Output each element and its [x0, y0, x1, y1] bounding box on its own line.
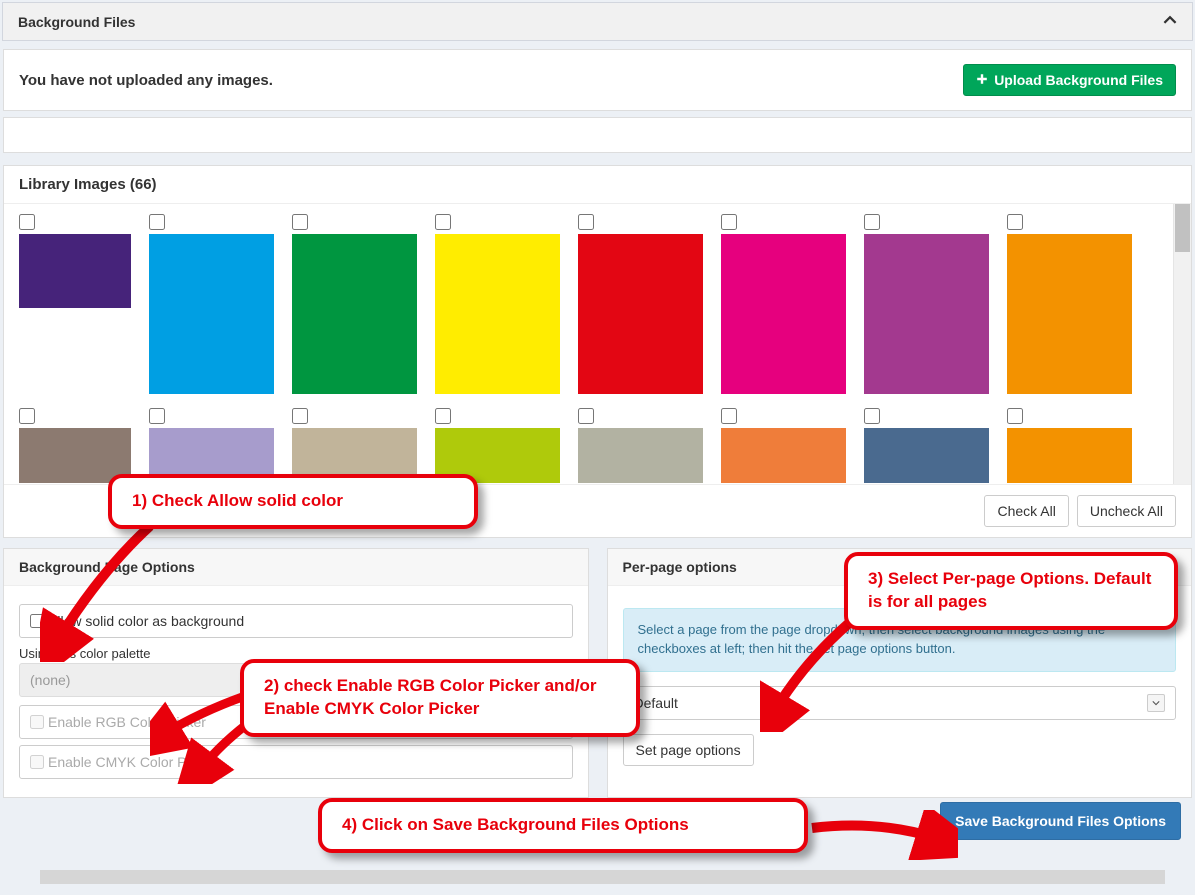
swatch-item: [292, 214, 417, 396]
scroll-thumb[interactable]: [1175, 204, 1190, 252]
color-swatch[interactable]: [19, 428, 131, 483]
library-title: Library Images (66): [4, 166, 1191, 204]
enable-cmyk-row[interactable]: Enable CMYK Color Picker: [19, 745, 573, 779]
swatch-checkbox[interactable]: [864, 214, 880, 230]
color-swatch[interactable]: [292, 234, 417, 394]
color-swatch[interactable]: [19, 234, 131, 308]
swatch-checkbox[interactable]: [149, 408, 165, 424]
color-swatch[interactable]: [578, 234, 703, 394]
swatch-item: [435, 408, 560, 485]
color-swatch[interactable]: [149, 234, 274, 394]
swatch-checkbox[interactable]: [435, 408, 451, 424]
swatch-item: [864, 214, 989, 396]
swatch-item: [721, 214, 846, 396]
uncheck-all-button[interactable]: Uncheck All: [1077, 495, 1176, 527]
swatch-checkbox[interactable]: [578, 408, 594, 424]
color-swatch[interactable]: [435, 234, 560, 394]
swatch-item: [578, 214, 703, 396]
swatch-checkbox[interactable]: [19, 214, 35, 230]
swatch-item: [149, 408, 274, 485]
vertical-scrollbar[interactable]: [1173, 204, 1191, 484]
swatch-checkbox[interactable]: [149, 214, 165, 230]
color-swatch[interactable]: [1007, 428, 1132, 483]
allow-solid-color-checkbox[interactable]: [30, 614, 44, 628]
callout-4: 4) Click on Save Background Files Option…: [318, 798, 808, 853]
upload-button-label: Upload Background Files: [994, 72, 1163, 88]
color-swatch[interactable]: [721, 428, 846, 483]
swatch-checkbox[interactable]: [1007, 408, 1023, 424]
chevron-down-icon: [1147, 694, 1165, 712]
swatch-grid: [4, 204, 1173, 484]
enable-cmyk-checkbox[interactable]: [30, 755, 44, 769]
footer-gray-bar: [40, 870, 1165, 884]
swatch-checkbox[interactable]: [1007, 214, 1023, 230]
enable-rgb-label: Enable RGB Color Picker: [48, 714, 206, 730]
swatch-item: [292, 408, 417, 485]
allow-solid-label: Allow solid color as background: [48, 613, 244, 629]
enable-rgb-checkbox[interactable]: [30, 715, 44, 729]
bg-page-options-title: Background Page Options: [4, 549, 588, 586]
swatch-item: [1007, 408, 1132, 485]
callout-3: 3) Select Per-page Options. Default is f…: [844, 552, 1178, 630]
panel-title: Background Files: [18, 14, 135, 30]
color-swatch[interactable]: [721, 234, 846, 394]
page-select-value: Default: [634, 695, 678, 711]
swatch-item: [578, 408, 703, 485]
swatch-item: [19, 214, 131, 396]
panel-header[interactable]: Background Files: [3, 3, 1192, 40]
swatch-checkbox[interactable]: [19, 408, 35, 424]
swatch-checkbox[interactable]: [721, 408, 737, 424]
background-files-panel: Background Files: [2, 2, 1193, 41]
swatch-checkbox[interactable]: [578, 214, 594, 230]
chevron-up-icon: [1163, 13, 1177, 30]
page-select-dropdown[interactable]: Default: [623, 686, 1177, 720]
enable-cmyk-label: Enable CMYK Color Picker: [48, 754, 216, 770]
swatch-checkbox[interactable]: [292, 408, 308, 424]
swatch-checkbox[interactable]: [721, 214, 737, 230]
swatch-checkbox[interactable]: [435, 214, 451, 230]
swatch-checkbox[interactable]: [292, 214, 308, 230]
color-swatch[interactable]: [578, 428, 703, 483]
check-all-button[interactable]: Check All: [984, 495, 1068, 527]
color-swatch[interactable]: [1007, 234, 1132, 394]
callout-2: 2) check Enable RGB Color Picker and/or …: [240, 659, 640, 737]
allow-solid-color-checkbox-row[interactable]: Allow solid color as background: [19, 604, 573, 638]
swatch-item: [19, 408, 131, 485]
color-swatch[interactable]: [864, 428, 989, 483]
swatch-item: [149, 214, 274, 396]
swatch-item: [1007, 214, 1132, 396]
swatch-item: [864, 408, 989, 485]
callout-1: 1) Check Allow solid color: [108, 474, 478, 529]
save-background-files-options-button[interactable]: Save Background Files Options: [940, 802, 1181, 840]
upload-row: You have not uploaded any images. Upload…: [3, 49, 1192, 111]
no-images-message: You have not uploaded any images.: [19, 72, 273, 89]
plus-icon: [976, 72, 988, 88]
empty-block: [3, 117, 1192, 153]
set-page-options-button[interactable]: Set page options: [623, 734, 754, 766]
swatch-checkbox[interactable]: [864, 408, 880, 424]
swatch-item: [721, 408, 846, 485]
swatch-item: [435, 214, 560, 396]
upload-background-files-button[interactable]: Upload Background Files: [963, 64, 1176, 96]
palette-value: (none): [30, 672, 70, 688]
color-swatch[interactable]: [864, 234, 989, 394]
